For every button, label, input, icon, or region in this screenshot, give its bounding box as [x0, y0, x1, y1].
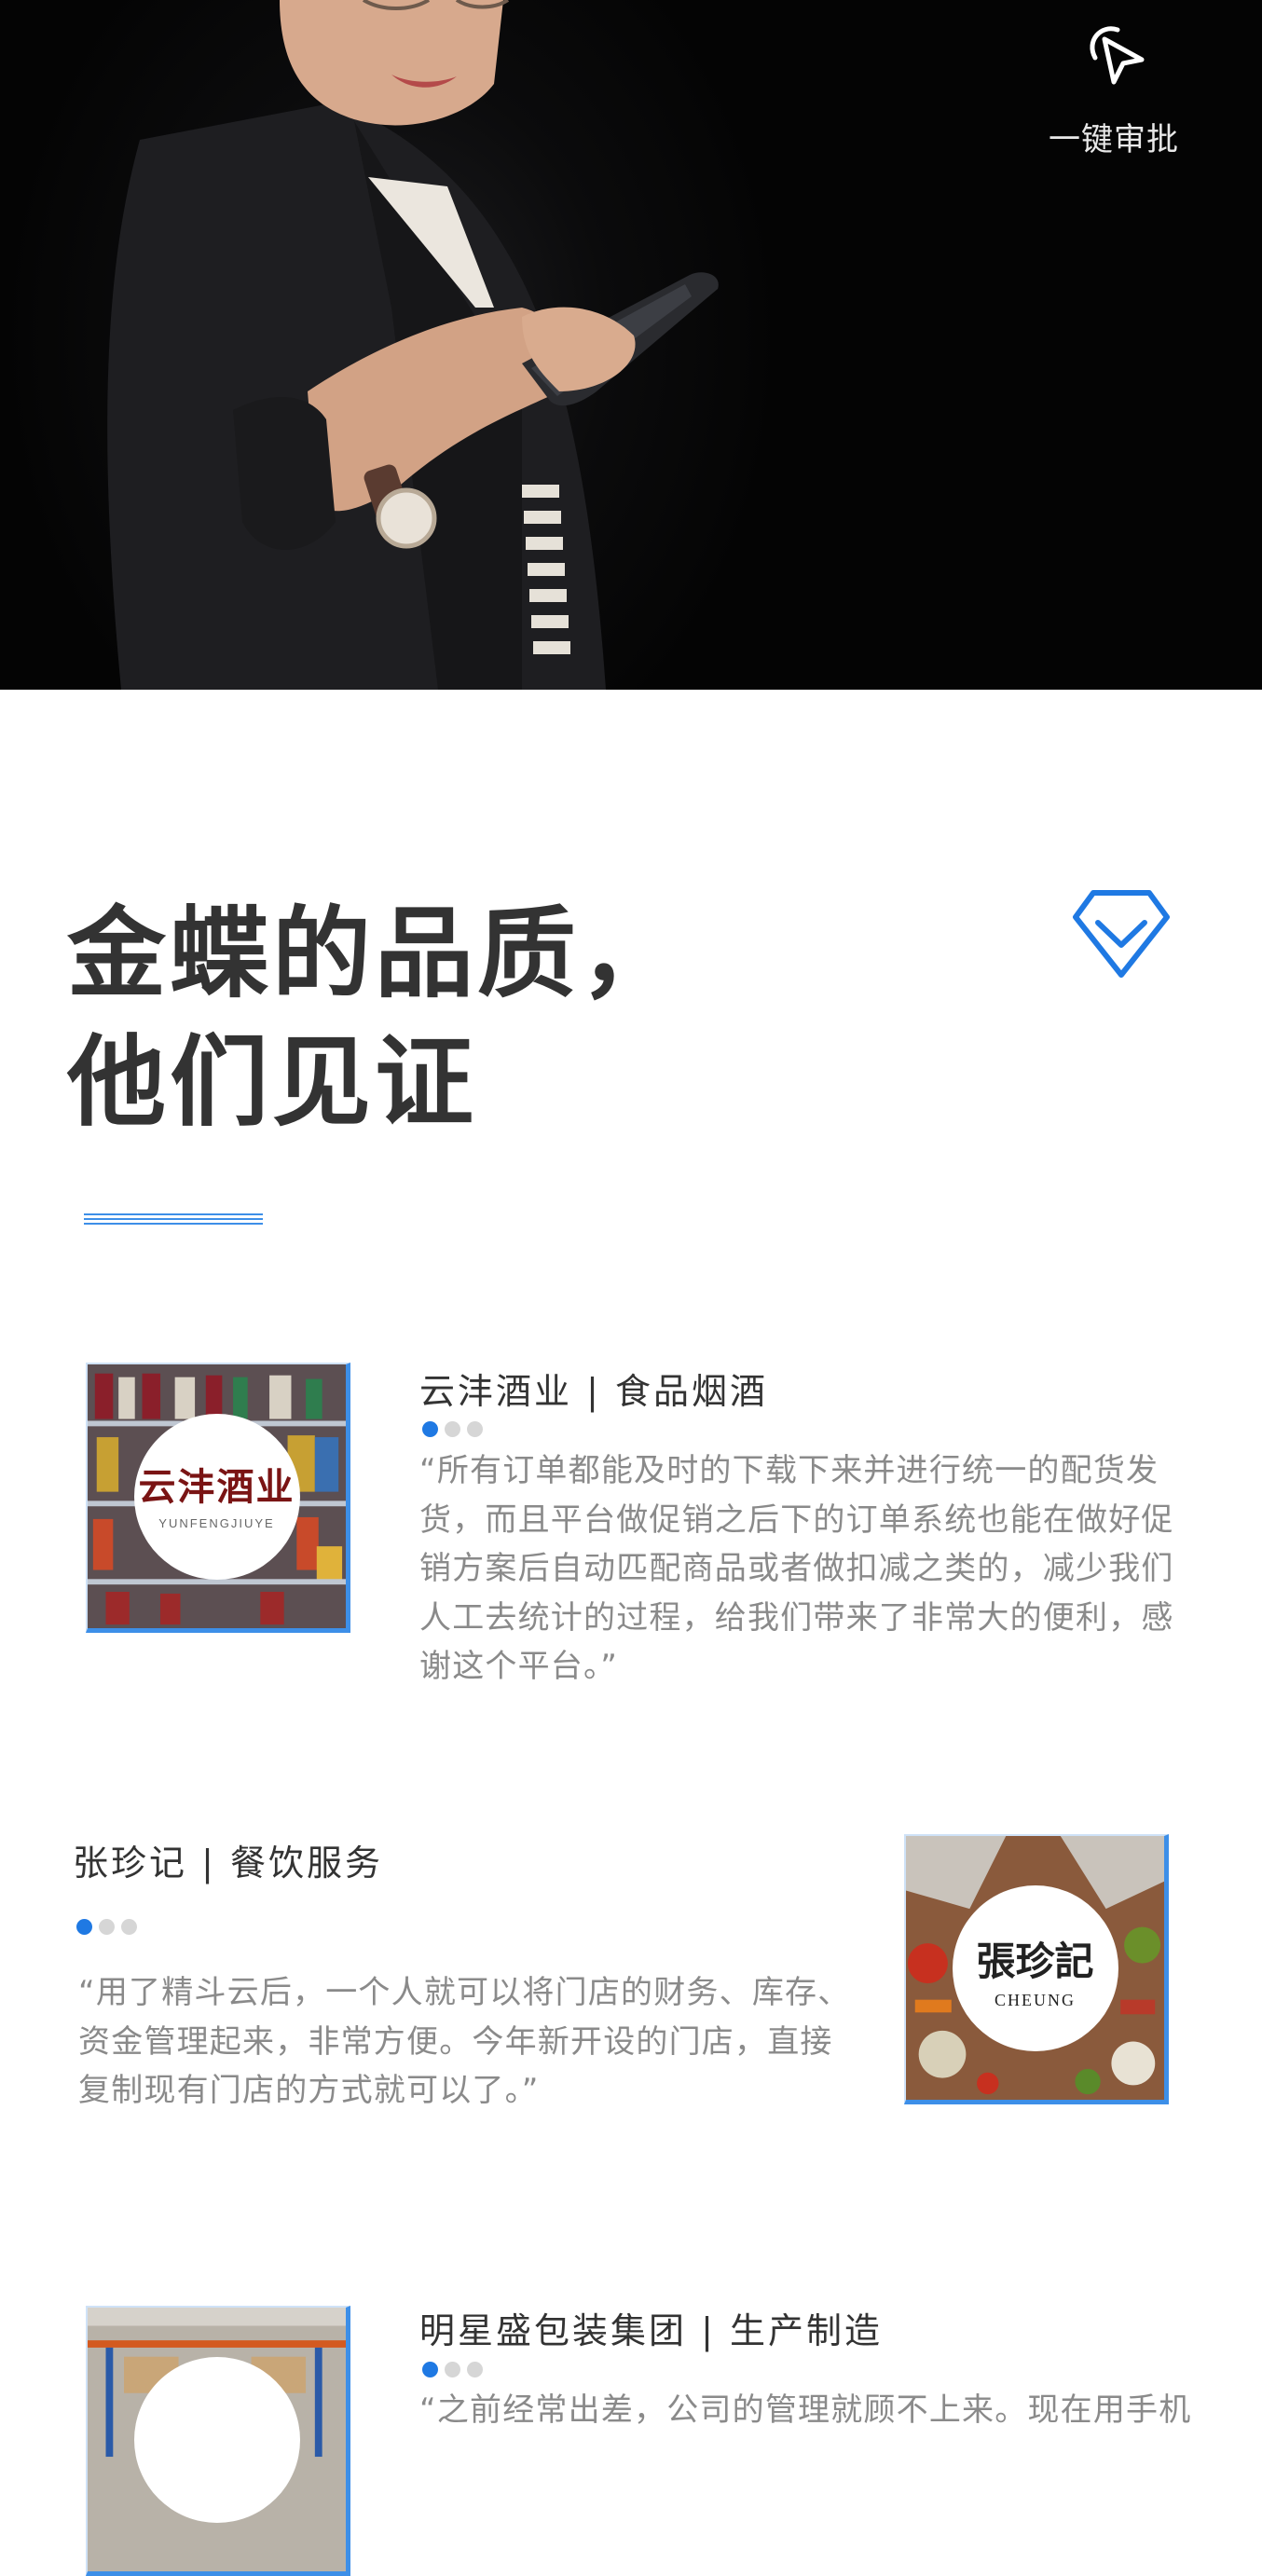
company-logo: 張珍記 CHEUNG	[952, 1884, 1118, 2051]
hero-banner: 一键审批	[0, 0, 1262, 690]
testimonial-logo-zhangzhenji: 張珍記 CHEUNG	[904, 1834, 1169, 2104]
page-title: 金蝶的品质， 他们见证	[67, 890, 682, 1147]
carousel-dot[interactable]	[121, 1919, 137, 1935]
carousel-dot[interactable]	[467, 2362, 483, 2377]
page-title-line-1: 金蝶的品质，	[67, 897, 682, 1011]
carousel-dots	[76, 1919, 144, 1936]
carousel-dot-active[interactable]	[422, 1421, 438, 1437]
diamond-icon	[1073, 890, 1170, 978]
testimonial-logo-mingxingsheng	[86, 2306, 350, 2576]
testimonial-company: 明星盛包装集团 | 生产制造	[419, 2310, 883, 2351]
carousel-dots	[422, 2362, 489, 2378]
carousel-dot-active[interactable]	[76, 1919, 92, 1935]
testimonial-quote: “所有订单都能及时的下载下来并进行统一的配货发货，而且平台做促销之后下的订单系统…	[419, 1452, 1174, 1685]
testimonial-quote: “之前经常出差，公司的管理就顾不上来。现在用手机	[419, 2391, 1192, 2429]
testimonial-company: 张珍记 | 餐饮服务	[73, 1843, 383, 1884]
title-underline	[84, 1213, 263, 1225]
carousel-dot[interactable]	[445, 1421, 460, 1437]
carousel-dot[interactable]	[445, 2362, 460, 2377]
carousel-dot[interactable]	[99, 1919, 115, 1935]
one-click-approve-label: 一键审批	[1049, 121, 1179, 158]
hero-photo	[107, 0, 719, 690]
carousel-dot-active[interactable]	[422, 2362, 438, 2377]
carousel-dot[interactable]	[467, 1421, 483, 1437]
company-logo	[133, 2356, 300, 2523]
testimonial-logo-yunfeng: 云沣酒业 YUNFENGJIUYE	[86, 1363, 350, 1633]
page-title-line-2: 他们见证	[67, 1025, 477, 1140]
testimonial-quote: “用了精斗云后，一个人就可以将门店的财务、库存、资金管理起来，非常方便。今年新开…	[78, 1974, 851, 2109]
cursor-click-icon	[1090, 26, 1145, 85]
company-logo: 云沣酒业 YUNFENGJIUYE	[133, 1413, 300, 1580]
carousel-dots	[422, 1421, 489, 1438]
testimonial-company: 云沣酒业 | 食品烟酒	[419, 1371, 768, 1412]
